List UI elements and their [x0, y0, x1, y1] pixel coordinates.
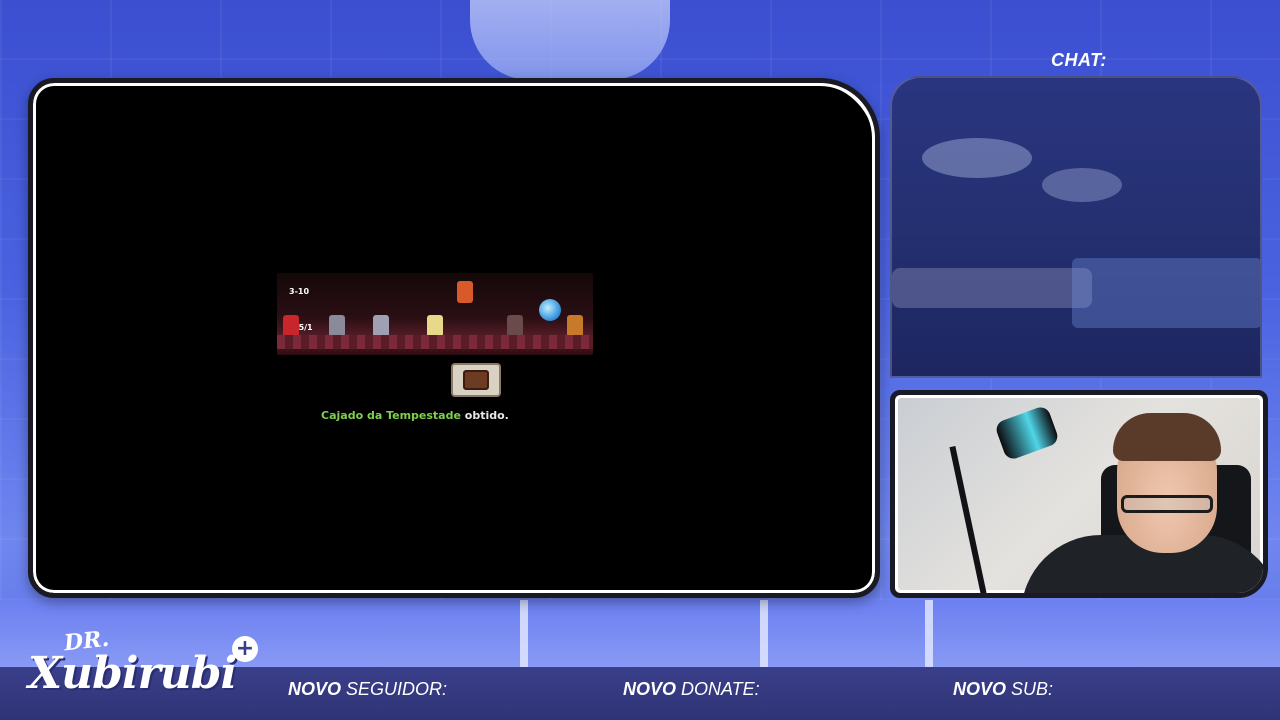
- background-pole: [520, 600, 528, 670]
- webcam-feed: [890, 390, 1268, 598]
- alert-label: DONATE:: [676, 679, 760, 699]
- background-surgery-lamp: [470, 0, 670, 80]
- background-pole: [925, 600, 933, 670]
- mic-arm: [949, 446, 987, 593]
- enemy-sprite: [507, 315, 523, 337]
- logo-name: Xubirubi: [28, 648, 237, 699]
- chat-title: CHAT:: [1051, 50, 1107, 70]
- alert-strong: NOVO: [953, 679, 1007, 699]
- chat-bg-bed: [892, 268, 1092, 308]
- hero-sprite: [427, 315, 443, 337]
- alert-strong: NOVO: [623, 679, 677, 699]
- chat-bg-table: [1072, 258, 1260, 328]
- game-ground: [277, 335, 593, 349]
- chat-panel[interactable]: [890, 76, 1262, 378]
- stage-label: 3-10: [289, 287, 310, 296]
- game-capture-frame: 3-10 15/1 Cajado da Tempestade obtido.: [28, 78, 880, 598]
- chat-bg-lamp: [922, 138, 1032, 178]
- alert-strong: NOVO: [288, 679, 342, 699]
- streamer-hair: [1113, 413, 1221, 461]
- enemy-sprite: [329, 315, 345, 337]
- item-obtained-message: Cajado da Tempestade obtido.: [321, 409, 509, 422]
- logo-plus-icon: +: [232, 636, 258, 662]
- new-sub-alert: NOVO SUB:: [953, 679, 1053, 700]
- microphone-icon: [993, 404, 1061, 462]
- enemy-sprite: [457, 281, 473, 303]
- alert-label: SEGUIDOR:: [341, 679, 448, 699]
- alert-label: SUB:: [1006, 679, 1054, 699]
- chest-body: [463, 370, 489, 390]
- chat-bg-lamp: [1042, 168, 1122, 202]
- treasure-chest-icon[interactable]: [451, 363, 501, 397]
- streamer-glasses: [1121, 495, 1213, 513]
- obtained-suffix: obtido.: [460, 409, 509, 422]
- obtained-item-name: Cajado da Tempestade: [321, 409, 461, 422]
- enemy-sprite: [283, 315, 299, 337]
- new-follower-alert: NOVO SEGUIDOR:: [288, 679, 447, 700]
- enemy-sprite: [373, 315, 389, 337]
- chest-sprite: [567, 315, 583, 337]
- game-battle-strip: 3-10 15/1: [277, 273, 593, 355]
- new-donate-alert: NOVO DONATE:: [623, 679, 760, 700]
- background-pole: [760, 600, 768, 670]
- orb-sprite: [539, 299, 561, 321]
